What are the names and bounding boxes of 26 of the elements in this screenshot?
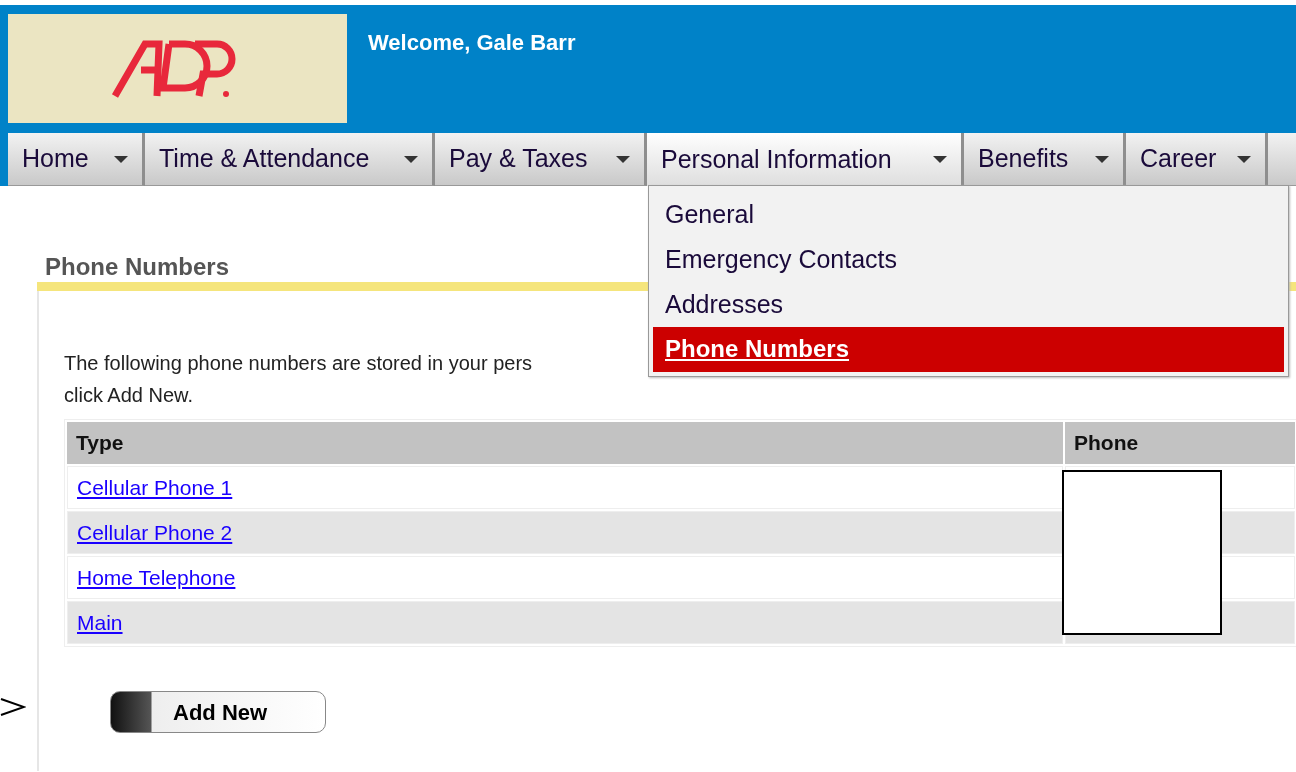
menu-item[interactable]: Phone Numbers bbox=[653, 327, 1284, 372]
nav-tab[interactable]: Pay & Taxes bbox=[435, 133, 647, 186]
menu-item[interactable]: Emergency Contacts bbox=[653, 237, 1284, 282]
menu-item[interactable]: General bbox=[653, 192, 1284, 237]
intro-text: The following phone numbers are stored in your pers click Add New. bbox=[64, 351, 534, 408]
nav-tab[interactable]: Benefits bbox=[964, 133, 1126, 186]
column-header: Type bbox=[67, 422, 1063, 464]
nav-tab[interactable]: Time & Attendance bbox=[145, 133, 435, 186]
column-header: Phone bbox=[1065, 422, 1295, 464]
caret-icon bbox=[114, 155, 128, 163]
welcome-text: Welcome, Gale Barr bbox=[368, 29, 576, 54]
add-new-button[interactable]: Add New bbox=[110, 691, 326, 733]
phone-type-link[interactable]: Cellular Phone 1 bbox=[77, 475, 233, 499]
phone-type-link[interactable]: Home Telephone bbox=[77, 565, 236, 589]
page-title: Phone Numbers bbox=[45, 252, 230, 281]
phone-type-link[interactable]: Main bbox=[77, 610, 123, 634]
caret-icon bbox=[1237, 155, 1251, 163]
menu-item[interactable]: Addresses bbox=[653, 282, 1284, 327]
phone-type-link[interactable]: Cellular Phone 2 bbox=[77, 520, 233, 544]
caret-icon bbox=[1095, 155, 1109, 163]
nav-tab[interactable]: Home bbox=[8, 133, 145, 186]
nav-tab[interactable]: Career bbox=[1126, 133, 1268, 186]
caret-icon bbox=[933, 156, 947, 163]
caret-icon bbox=[616, 155, 630, 163]
caret-icon bbox=[404, 155, 418, 163]
nav-tab[interactable]: Personal Information bbox=[647, 133, 964, 186]
